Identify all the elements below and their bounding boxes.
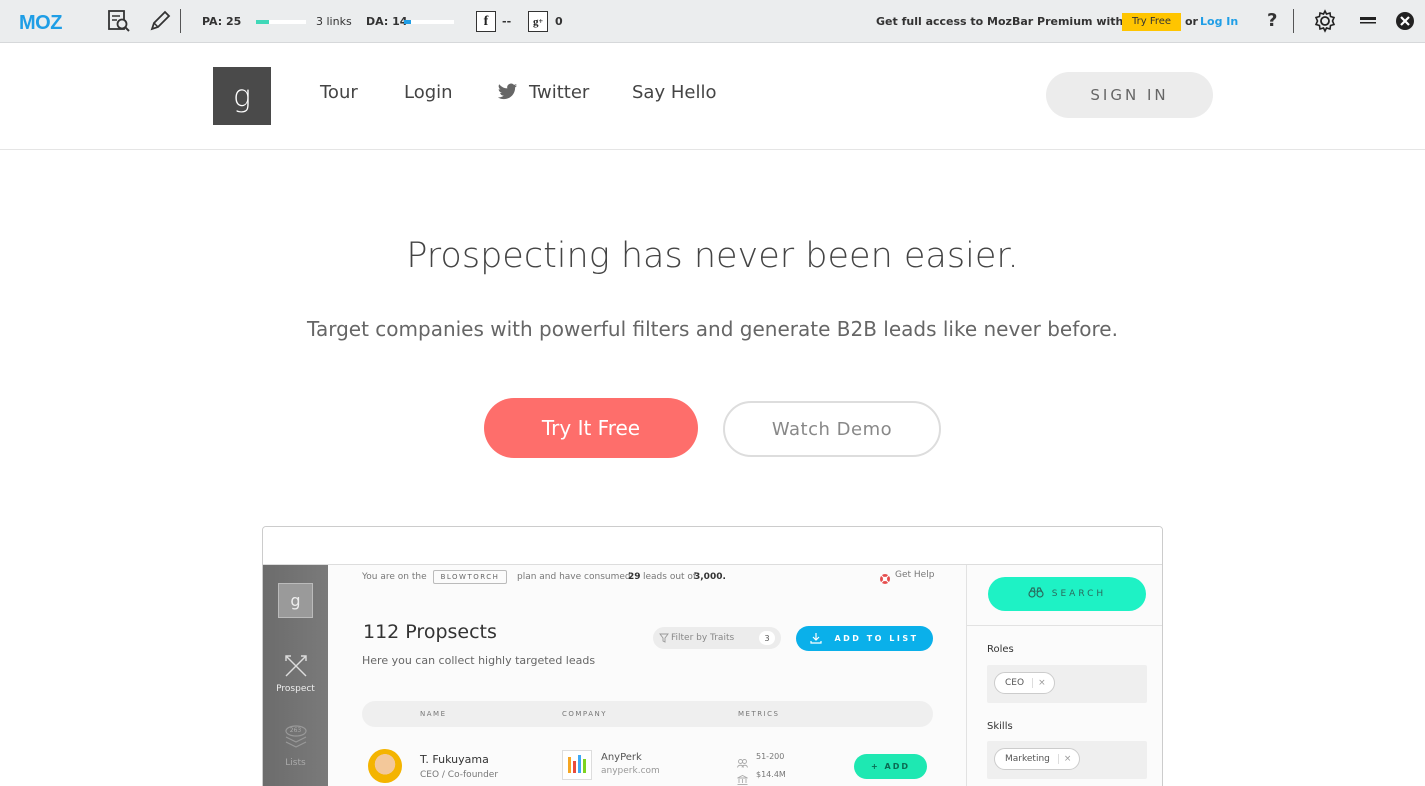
da-score: DA: 14 <box>366 15 408 28</box>
nav-login[interactable]: Login <box>404 82 453 103</box>
site-logo[interactable]: g <box>213 67 271 125</box>
column-company[interactable]: COMPANY <box>562 710 607 718</box>
plan-used: 29 <box>628 572 641 582</box>
twitter-icon <box>497 83 518 105</box>
google-plus-count: 0 <box>555 15 563 28</box>
company-domain[interactable]: anyperk.com <box>601 766 660 776</box>
add-to-list-label: ADD TO LIST <box>834 634 919 643</box>
try-it-free-button[interactable]: Try It Free <box>484 398 698 458</box>
plan-total: 3,000. <box>694 572 726 582</box>
skills-input[interactable]: Marketing × <box>987 741 1147 779</box>
toolbar-divider <box>1293 9 1294 33</box>
pa-score: PA: 25 <box>202 15 242 28</box>
help-icon[interactable]: ? <box>1267 10 1277 31</box>
facebook-icon: f <box>476 11 496 32</box>
filter-count: 3 <box>759 631 775 645</box>
nav-twitter[interactable]: Twitter <box>529 82 589 103</box>
hero-subtitle: Target companies with powerful filters a… <box>307 317 1118 341</box>
add-prospect-button[interactable]: + ADD <box>854 754 927 779</box>
plan-badge: BLOWTORCH <box>433 570 507 584</box>
da-bar <box>404 20 454 24</box>
sign-in-button[interactable]: SIGN IN <box>1046 72 1213 118</box>
login-link[interactable]: Log In <box>1200 15 1238 28</box>
facebook-count: -- <box>502 15 512 28</box>
minimize-icon[interactable] <box>1355 8 1381 34</box>
app-preview: g Prospect 263 Lists You are on the BLOW… <box>262 526 1163 786</box>
prospect-icon <box>283 653 309 683</box>
bank-icon <box>737 770 748 786</box>
company-logo <box>562 750 592 780</box>
prospect-name[interactable]: T. Fukuyama <box>420 753 489 766</box>
nav-tour[interactable]: Tour <box>320 82 358 103</box>
skill-tag[interactable]: Marketing × <box>994 748 1081 770</box>
table-header: NAME COMPANY METRICS <box>362 701 933 727</box>
plan-prefix: You are on the <box>362 572 427 582</box>
revenue-value: $14.4M <box>756 770 786 779</box>
add-to-list-button[interactable]: ADD TO LIST <box>796 626 933 651</box>
nav-say-hello[interactable]: Say Hello <box>632 82 716 103</box>
preview-main: You are on the BLOWTORCH plan and have c… <box>328 565 966 786</box>
column-metrics[interactable]: METRICS <box>738 710 780 718</box>
prospect-title: CEO / Co-founder <box>420 770 499 780</box>
try-free-button[interactable]: Try Free <box>1122 13 1182 31</box>
column-name[interactable]: NAME <box>420 710 447 718</box>
moz-logo[interactable]: MOZ <box>19 12 62 35</box>
binoculars-icon <box>1028 587 1044 601</box>
sidebar-item-lists[interactable]: Lists <box>263 758 328 768</box>
page-analysis-icon[interactable] <box>106 8 132 34</box>
roles-input[interactable]: CEO × <box>987 665 1147 703</box>
lifebuoy-icon <box>879 570 891 589</box>
employees-value: 51-200 <box>756 752 785 761</box>
toolbar-divider <box>180 9 181 33</box>
google-plus-icon: g + <box>528 11 548 32</box>
panel-divider <box>967 625 1162 626</box>
search-label: SEARCH <box>1051 589 1107 599</box>
preview-logo[interactable]: g <box>278 583 313 618</box>
pencil-icon[interactable] <box>147 8 173 34</box>
lists-count: 263 <box>289 727 302 734</box>
search-button[interactable]: SEARCH <box>988 577 1146 611</box>
prospects-title: 112 Propsects <box>363 621 497 643</box>
preview-sidebar: g Prospect 263 Lists <box>263 565 328 786</box>
filter-by-traits-button[interactable]: Filter by Traits 3 <box>653 627 781 649</box>
filter-icon <box>659 633 669 646</box>
close-icon[interactable] <box>1392 8 1418 34</box>
preview-window-bar <box>263 527 1162 565</box>
download-icon <box>810 632 823 646</box>
roles-label: Roles <box>987 644 1014 655</box>
filter-label: Filter by Traits <box>671 633 735 643</box>
mozbar-toolbar: MOZ PA: 25 3 links DA: 14 f -- g + 0 Get … <box>0 0 1425 43</box>
remove-role-icon[interactable]: × <box>1032 678 1046 688</box>
links-count[interactable]: 3 links <box>316 15 352 28</box>
plan-mid2: leads out of <box>643 572 697 582</box>
role-tag[interactable]: CEO × <box>994 672 1055 694</box>
company-name: AnyPerk <box>601 752 642 763</box>
prospects-subtitle: Here you can collect highly targeted lea… <box>362 654 596 667</box>
remove-skill-icon[interactable]: × <box>1057 754 1071 764</box>
gear-icon[interactable] <box>1312 8 1338 34</box>
avatar <box>368 749 402 783</box>
get-help-link[interactable]: Get Help <box>895 570 934 580</box>
preview-filters-panel: SEARCH Roles CEO × Skills Marketing × <box>966 565 1162 786</box>
site-header: g Tour Login Twitter Say Hello SIGN IN <box>0 43 1425 150</box>
role-tag-label: CEO <box>1005 678 1025 688</box>
sidebar-item-prospect[interactable]: Prospect <box>263 684 328 694</box>
or-text: or <box>1185 15 1198 28</box>
hero-title: Prospecting has never been easier. <box>406 236 1019 276</box>
pa-bar <box>256 20 306 24</box>
plan-mid: plan and have consumed <box>517 572 631 582</box>
skills-label: Skills <box>987 721 1013 732</box>
skill-tag-label: Marketing <box>1005 754 1050 764</box>
watch-demo-button[interactable]: Watch Demo <box>723 401 941 457</box>
